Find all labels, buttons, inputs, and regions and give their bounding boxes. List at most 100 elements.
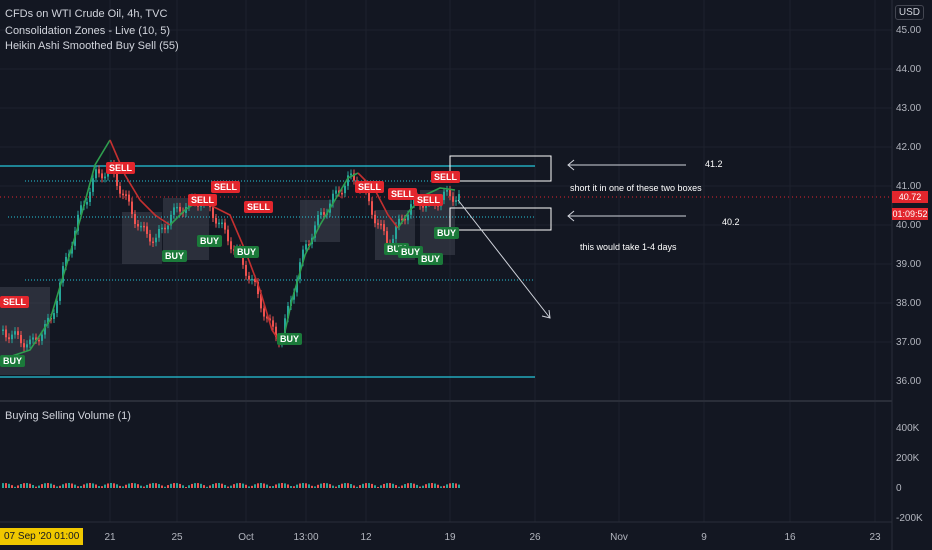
volume-bar — [128, 483, 130, 488]
volume-bar — [221, 483, 223, 488]
candle-body — [458, 194, 460, 201]
volume-bar — [365, 483, 367, 488]
candle-body — [41, 334, 43, 341]
price-tick: 39.00 — [896, 259, 922, 270]
sell-signal: SELL — [355, 181, 385, 193]
volume-bar — [155, 483, 157, 488]
volume-bar — [245, 484, 247, 488]
volume-bar — [92, 483, 94, 488]
volume-bar — [431, 483, 433, 488]
last-price-badge: 40.72 — [892, 191, 928, 203]
volume-bar — [314, 486, 316, 488]
candle-body — [407, 214, 409, 221]
volume-bar — [278, 483, 280, 488]
volume-bar — [95, 484, 97, 488]
volume-bar — [26, 483, 28, 488]
volume-bar — [335, 486, 337, 488]
candle-body — [221, 222, 223, 225]
volume-bar — [104, 484, 106, 488]
volume-bar — [452, 483, 454, 488]
volume-bar — [50, 483, 52, 488]
volume-bar — [143, 486, 145, 488]
candle-body — [5, 329, 7, 338]
price-tick: 38.00 — [896, 298, 922, 309]
volume-bar — [80, 485, 82, 488]
volume-bar — [20, 483, 22, 488]
annotation-duration-note[interactable]: this would take 1-4 days — [580, 242, 677, 252]
volume-bar — [179, 483, 181, 488]
volume-bar — [74, 484, 76, 488]
candle-body — [104, 176, 106, 179]
time-tick: 23 — [869, 532, 881, 543]
time-tick: 25 — [171, 532, 183, 543]
volume-bar — [380, 485, 382, 488]
candle-body — [158, 229, 160, 238]
volume-bar — [353, 485, 355, 488]
candle-body — [173, 207, 175, 215]
volume-bar — [200, 483, 202, 488]
volume-bar — [254, 484, 256, 488]
candle-body — [134, 214, 136, 224]
volume-bar — [188, 485, 190, 488]
price-chart-canvas[interactable] — [0, 0, 932, 550]
volume-bar — [368, 483, 370, 488]
candle-body — [446, 189, 448, 192]
candle-body — [149, 233, 151, 242]
candle-body — [218, 222, 220, 225]
currency-button[interactable]: USD — [894, 5, 924, 20]
candle-body — [101, 173, 103, 179]
time-tick: 9 — [701, 532, 707, 543]
candle-body — [227, 229, 229, 242]
price-tick: 43.00 — [896, 103, 922, 114]
indicator-consolidation-zones[interactable]: Consolidation Zones - Live (10, 5) — [5, 25, 170, 37]
candle-body — [53, 313, 55, 319]
volume-bar — [89, 483, 91, 488]
volume-bar — [347, 483, 349, 488]
candle-body — [377, 223, 379, 225]
volume-bar — [68, 483, 70, 488]
buy-signal: BUY — [418, 253, 444, 265]
volume-bar — [32, 484, 34, 488]
volume-bar — [206, 486, 208, 488]
annotation-short-note[interactable]: short it in one of these two boxes — [570, 183, 702, 193]
time-tick: Nov — [610, 532, 628, 543]
indicator-heikin-ashi[interactable]: Heikin Ashi Smoothed Buy Sell (55) — [5, 40, 179, 52]
candle-body — [164, 227, 166, 230]
volume-indicator-title[interactable]: Buying Selling Volume (1) — [5, 410, 131, 422]
volume-bar — [389, 483, 391, 488]
candle-body — [119, 185, 121, 194]
volume-bar — [239, 483, 241, 488]
volume-bar — [23, 483, 25, 488]
volume-bar — [17, 485, 19, 488]
candle-body — [323, 212, 325, 215]
candle-body — [212, 207, 214, 218]
volume-bar — [62, 484, 64, 488]
consolidation-zones — [0, 190, 455, 375]
price-tick: 40.00 — [896, 220, 922, 231]
annotation-upper-level[interactable]: 41.2 — [705, 159, 723, 169]
annotation-lower-level[interactable]: 40.2 — [722, 217, 740, 227]
volume-bar — [305, 483, 307, 488]
volume-bar — [146, 484, 148, 488]
candle-body — [224, 222, 226, 230]
volume-bar — [182, 485, 184, 488]
volume-bar — [230, 485, 232, 488]
volume-bar — [401, 485, 403, 488]
candle-body — [341, 192, 343, 195]
candle-body — [443, 191, 445, 201]
time-tick: 19 — [444, 532, 456, 543]
sell-signal: SELL — [431, 171, 461, 183]
volume-bar — [281, 483, 283, 488]
volume-bar — [2, 483, 4, 488]
volume-bar — [356, 486, 358, 488]
volume-bar — [455, 483, 457, 488]
buy-signal: BUY — [234, 246, 260, 258]
volume-bar — [38, 485, 40, 488]
volume-bar — [35, 486, 37, 488]
symbol-title[interactable]: CFDs on WTI Crude Oil, 4h, TVC — [5, 8, 167, 20]
candle-body — [167, 225, 169, 230]
volume-bar — [116, 484, 118, 488]
buy-signal: BUY — [197, 235, 223, 247]
volume-bar — [59, 485, 61, 488]
volume-bar — [131, 483, 133, 488]
